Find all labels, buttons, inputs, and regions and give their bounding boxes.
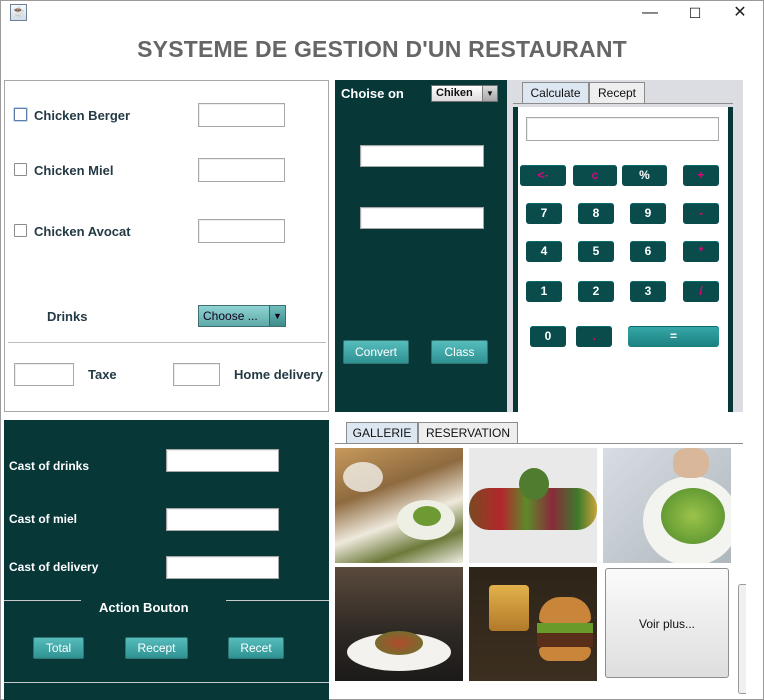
- action-bouton-title: Action Bouton: [99, 600, 189, 615]
- percent-button[interactable]: %: [622, 165, 667, 186]
- tab-reservation[interactable]: RESERVATION: [418, 422, 518, 443]
- cast-of-miel-input[interactable]: [166, 508, 279, 531]
- digit-0-button[interactable]: 0: [530, 326, 566, 347]
- tab-recept[interactable]: Recept: [589, 82, 645, 103]
- cast-of-miel-label: Cast of miel: [9, 512, 78, 526]
- chicken-miel-checkbox[interactable]: [14, 163, 27, 176]
- tab-divider: [513, 103, 733, 104]
- bottom-divider: [4, 682, 329, 683]
- chevron-down-icon: ▼: [482, 86, 497, 101]
- backspace-button[interactable]: <-: [520, 165, 566, 186]
- home-delivery-label: Home delivery: [234, 367, 323, 382]
- cast-of-drinks-label: Cast of drinks: [9, 459, 90, 473]
- gallery-image-restaurant[interactable]: [335, 448, 463, 563]
- decimal-button[interactable]: .: [576, 326, 612, 347]
- voir-plus-button[interactable]: Voir plus...: [605, 568, 729, 678]
- digit-3-button[interactable]: 3: [630, 281, 666, 302]
- calculator-display[interactable]: [526, 117, 719, 141]
- total-button[interactable]: Total: [33, 637, 84, 659]
- chiken-select[interactable]: Chiken ▼: [431, 85, 498, 102]
- gallery-image-burger[interactable]: [469, 567, 597, 681]
- chicken-berger-checkbox[interactable]: [14, 108, 27, 121]
- minimize-button[interactable]: —: [636, 2, 664, 24]
- digit-2-button[interactable]: 2: [578, 281, 614, 302]
- divider: [8, 342, 326, 343]
- gallery-image-vegetables[interactable]: [469, 448, 597, 563]
- plus-button[interactable]: +: [683, 165, 719, 186]
- cast-of-delivery-input[interactable]: [166, 556, 279, 579]
- tab-calculate[interactable]: Calculate: [522, 82, 589, 103]
- close-button[interactable]: ✕: [726, 2, 754, 24]
- chicken-avocat-qty-input[interactable]: [198, 219, 285, 243]
- digit-9-button[interactable]: 9: [630, 203, 666, 224]
- choise-on-label: Choise on: [341, 86, 404, 101]
- gallery-image-salad[interactable]: [603, 448, 731, 563]
- home-delivery-input[interactable]: [173, 363, 220, 386]
- divide-button[interactable]: /: [683, 281, 719, 302]
- gallery-image-dish[interactable]: [335, 567, 463, 681]
- recept-button[interactable]: Recept: [125, 637, 188, 659]
- section-divider-right: [226, 600, 329, 601]
- chiken-select-value: Chiken: [436, 87, 473, 99]
- chicken-avocat-label: Chicken Avocat: [34, 224, 131, 239]
- maximize-button[interactable]: ☐: [681, 2, 709, 24]
- recet-button[interactable]: Recet: [228, 637, 284, 659]
- equals-button[interactable]: =: [628, 326, 719, 347]
- digit-8-button[interactable]: 8: [578, 203, 614, 224]
- minus-button[interactable]: -: [683, 203, 719, 224]
- digit-4-button[interactable]: 4: [526, 241, 562, 262]
- drinks-select-value: Choose ...: [203, 309, 258, 323]
- digit-1-button[interactable]: 1: [526, 281, 562, 302]
- gallery-tab-divider: [335, 443, 743, 444]
- digit-7-button[interactable]: 7: [526, 203, 562, 224]
- chicken-miel-qty-input[interactable]: [198, 158, 285, 182]
- app-title: SYSTEME DE GESTION D'UN RESTAURANT: [137, 36, 627, 62]
- cast-of-delivery-label: Cast of delivery: [9, 560, 99, 574]
- chicken-miel-label: Chicken Miel: [34, 163, 114, 178]
- convert-button[interactable]: Convert: [343, 340, 409, 364]
- section-divider-left: [4, 600, 81, 601]
- drinks-select[interactable]: Choose ... ▼: [198, 305, 286, 327]
- taxe-input[interactable]: [14, 363, 74, 386]
- drinks-label: Drinks: [47, 309, 88, 324]
- taxe-label: Taxe: [88, 367, 117, 382]
- java-icon: ☕: [10, 4, 27, 21]
- multiply-button[interactable]: *: [683, 241, 719, 262]
- clear-button[interactable]: c: [573, 165, 617, 186]
- chevron-down-icon: ▼: [269, 306, 285, 326]
- gallery-next-card[interactable]: [738, 584, 746, 694]
- digit-5-button[interactable]: 5: [578, 241, 614, 262]
- chicken-berger-label: Chicken Berger: [34, 108, 131, 123]
- convert-input-2[interactable]: [360, 207, 484, 229]
- tab-gallerie[interactable]: GALLERIE: [346, 422, 418, 443]
- digit-6-button[interactable]: 6: [630, 241, 666, 262]
- cast-of-drinks-input[interactable]: [166, 449, 279, 472]
- chicken-avocat-checkbox[interactable]: [14, 224, 27, 237]
- class-button[interactable]: Class: [431, 340, 488, 364]
- chicken-berger-qty-input[interactable]: [198, 103, 285, 127]
- convert-input-1[interactable]: [360, 145, 484, 167]
